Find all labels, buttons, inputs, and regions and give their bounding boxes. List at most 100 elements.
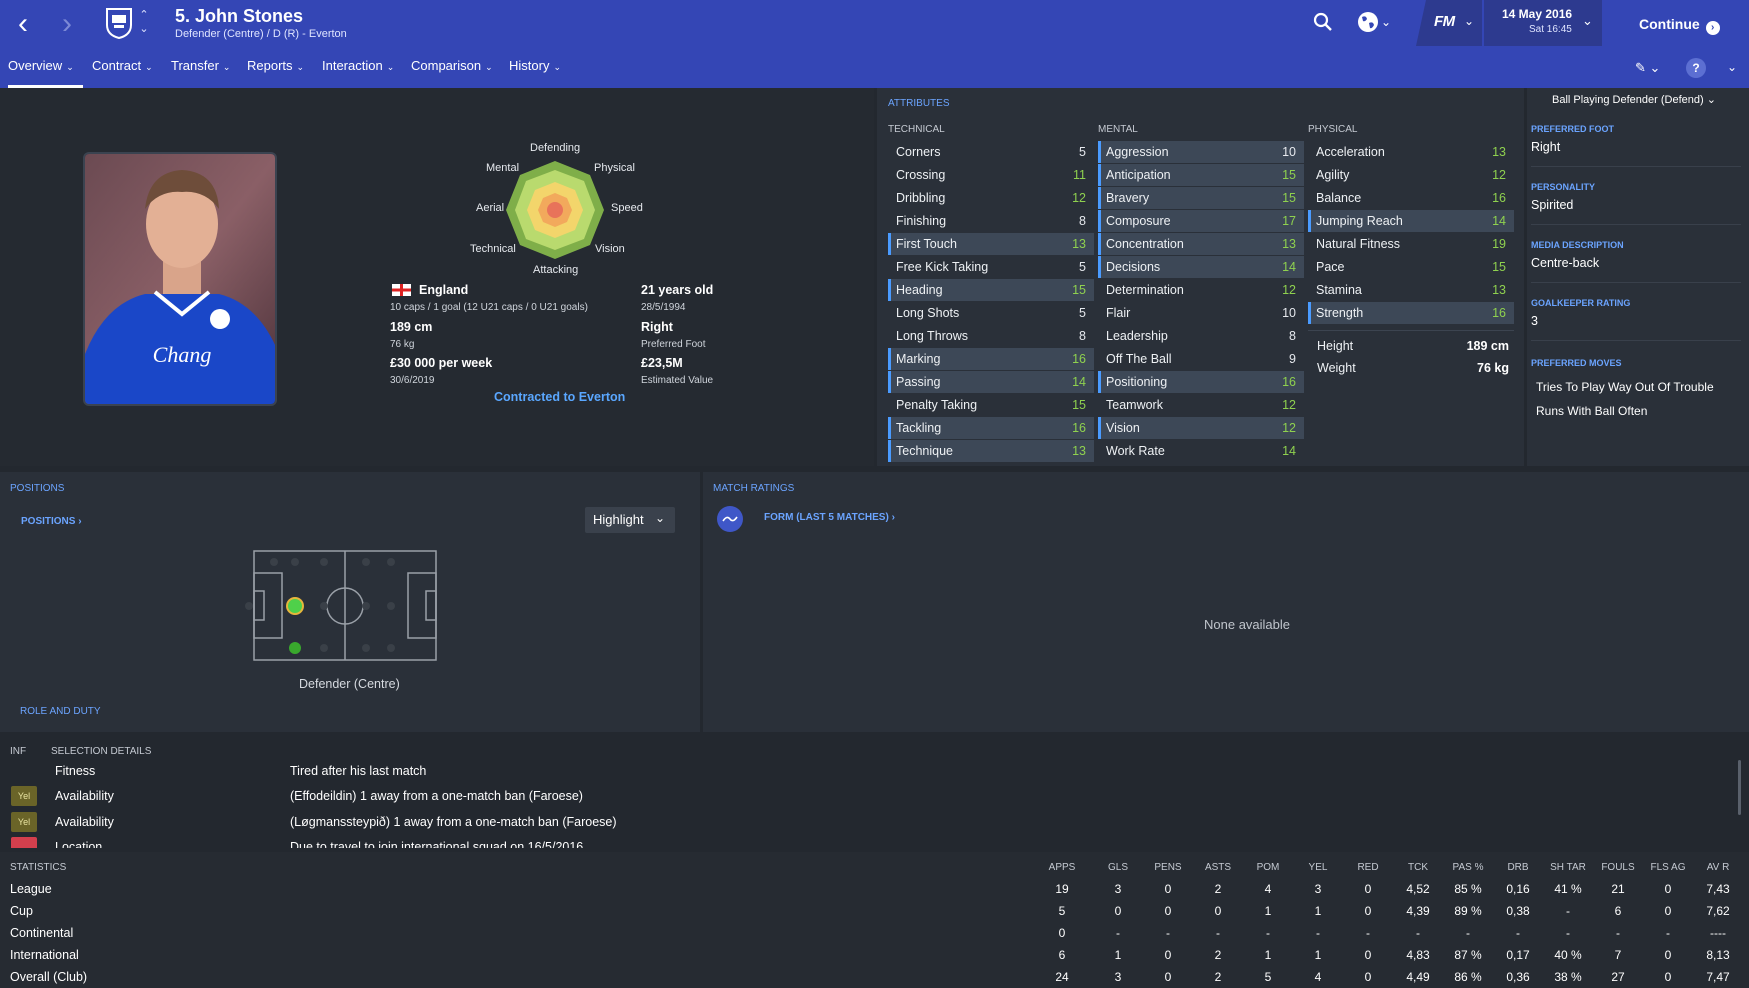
attribute-value: 13 [1492,283,1506,297]
attribute-name: Decisions [1106,260,1161,274]
date-display[interactable]: 14 May 2016 Sat 16:45 ⌄ [1484,0,1602,46]
attribute-row[interactable]: Concentration 13 [1098,233,1304,255]
nationality[interactable]: England [419,283,468,297]
attribute-row[interactable]: Technique 13 [888,440,1094,462]
attribute-row[interactable]: Agility 12 [1308,164,1514,186]
attribute-row[interactable]: Long Throws 8 [888,325,1094,347]
attribute-row[interactable]: Work Rate 14 [1098,440,1304,462]
tab-reports[interactable]: Reports ⌄ [247,58,304,88]
globe-icon[interactable] [1357,11,1379,33]
tab-interaction[interactable]: Interaction ⌄ [322,58,394,88]
tab-history[interactable]: History ⌄ [509,58,561,88]
menu-chevron-down-icon[interactable]: ⌄ [1727,60,1737,74]
back-icon[interactable]: ‹ [18,9,28,39]
chevron-down-icon: ⌄ [654,511,665,525]
attribute-value: 16 [1072,421,1086,435]
attribute-row[interactable]: Dribbling 12 [888,187,1094,209]
arrow-right-icon: › [1705,21,1720,35]
physical-header: PHYSICAL [1308,124,1358,135]
attribute-row[interactable]: Acceleration 13 [1308,141,1514,163]
attribute-row[interactable]: Jumping Reach 14 [1308,210,1514,232]
attribute-row[interactable]: Pace 15 [1308,256,1514,278]
attribute-row[interactable]: Crossing 11 [888,164,1094,186]
chevron-down-icon: ⌄ [386,62,395,72]
forward-icon[interactable]: › [62,9,72,39]
chevron-down-icon: ⌄ [485,62,493,72]
attribute-value: 12 [1282,283,1296,297]
stat-cell: 7,43 [1706,882,1730,896]
attribute-value: 10 [1282,145,1296,159]
tab-overview[interactable]: Overview ⌄ [8,58,83,88]
attribute-row[interactable]: Marking 16 [888,348,1094,370]
positions-link[interactable]: POSITIONS › [21,516,82,527]
attribute-row[interactable]: Aggression 10 [1098,141,1304,163]
help-icon[interactable]: ? [1686,58,1706,78]
attribute-row[interactable]: Determination 12 [1098,279,1304,301]
current-time: Sat 16:45 [1529,24,1572,35]
role-label: Ball Playing Defender (Defend) [1552,94,1704,106]
player-overview-screen: ‹ › ⌃ ⌄ 5. John Stones Defender (Centre) … [0,0,1749,988]
stat-column-header[interactable]: AV R [1688,862,1748,873]
contracted-to-link[interactable]: Contracted to Everton [494,390,625,404]
attribute-row[interactable]: Decisions 14 [1098,256,1304,278]
attribute-row[interactable]: Vision 12 [1098,417,1304,439]
attribute-row[interactable]: Long Shots 5 [888,302,1094,324]
tab-contract[interactable]: Contract ⌄ [92,58,153,88]
form-link[interactable]: FORM (LAST 5 MATCHES) › [764,512,895,523]
player-position-club[interactable]: Defender (Centre) / D (R) - Everton [175,28,347,40]
divider [1531,166,1741,167]
attribute-value: 16 [1282,375,1296,389]
attribute-row[interactable]: First Touch 13 [888,233,1094,255]
preferred-foot-title: PREFERRED FOOT [1531,124,1615,134]
attribute-row[interactable]: Flair 10 [1098,302,1304,324]
attribute-row[interactable]: Free Kick Taking 5 [888,256,1094,278]
selection-row-detail: Tired after his last match [290,764,427,778]
search-icon[interactable] [1313,12,1333,32]
club-crest-icon[interactable] [104,7,134,39]
selection-row-detail: (Løgmanssteypið) 1 away from a one-match… [290,815,617,829]
attribute-value: 5 [1079,260,1086,274]
attribute-row[interactable]: Heading 15 [888,279,1094,301]
attribute-value: 9 [1289,352,1296,366]
attribute-name: Long Throws [896,329,969,343]
player-switch-arrows[interactable]: ⌃ ⌄ [137,8,151,38]
highlight-dropdown[interactable]: Highlight ⌄ [585,507,675,533]
attribute-row[interactable]: Balance 16 [1308,187,1514,209]
fm-menu-button[interactable]: FM ⌄ [1416,0,1482,46]
attribute-value: 13 [1492,145,1506,159]
attribute-row[interactable]: Teamwork 12 [1098,394,1304,416]
radar-label-mental: Mental [486,162,520,174]
attribute-row[interactable]: Anticipation 15 [1098,164,1304,186]
tab-comparison[interactable]: Comparison ⌄ [411,58,493,88]
attribute-row[interactable]: Stamina 13 [1308,279,1514,301]
stat-cell: 6 [1058,948,1066,962]
goalkeeper-rating-value: 3 [1531,314,1538,328]
attribute-row[interactable]: Penalty Taking 15 [888,394,1094,416]
no-ratings-message: None available [1204,617,1291,632]
attribute-row[interactable]: Passing 14 [888,371,1094,393]
attribute-row[interactable]: Tackling 16 [888,417,1094,439]
attribute-row[interactable]: Positioning 16 [1098,371,1304,393]
attribute-name: Balance [1316,191,1362,205]
attribute-row[interactable]: Leadership 8 [1098,325,1304,347]
edit-icon[interactable]: ✎ ⌄ [1635,60,1660,76]
role-and-duty-title[interactable]: ROLE AND DUTY [20,706,101,717]
selection-scrollbar[interactable] [1738,760,1741,815]
attribute-row[interactable]: Off The Ball 9 [1098,348,1304,370]
continue-button[interactable]: Continue › [1604,0,1749,46]
globe-chevron-down-icon[interactable]: ⌄ [1381,15,1391,29]
highlight-bar [888,371,891,393]
highlight-bar [888,233,891,255]
weight-value: 76 kg [1477,361,1509,375]
tab-transfer[interactable]: Transfer ⌄ [171,58,230,88]
attribute-row[interactable]: Natural Fitness 19 [1308,233,1514,255]
stat-column-header[interactable]: APPS [1032,862,1092,873]
attribute-row[interactable]: Composure 17 [1098,210,1304,232]
attribute-row[interactable]: Corners 5 [888,141,1094,163]
attribute-row[interactable]: Strength 16 [1308,302,1514,324]
attribute-row[interactable]: Bravery 15 [1098,187,1304,209]
selection-details-header: SELECTION DETAILS [51,746,152,757]
role-selector[interactable]: Ball Playing Defender (Defend) ⌄ [1552,93,1716,106]
attribute-row[interactable]: Finishing 8 [888,210,1094,232]
player-height: 189 cm [390,320,433,334]
